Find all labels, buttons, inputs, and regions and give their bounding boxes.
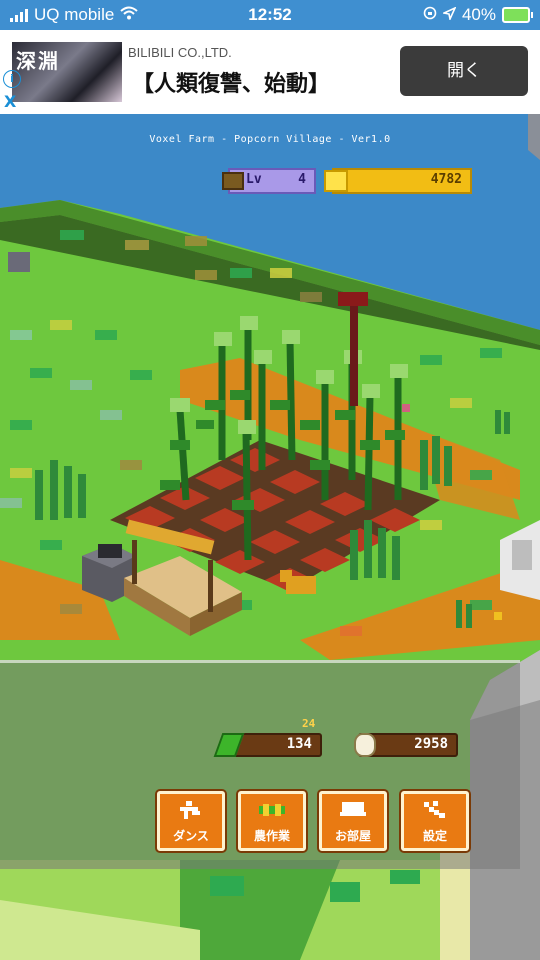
ad-thumbnail[interactable]: 深淵: [12, 42, 122, 102]
ad-title[interactable]: 【人類復讐、始動】: [132, 66, 330, 98]
ad-banner[interactable]: 深淵 i X BILIBILI CO.,LTD. 【人類復讐、始動】 開く: [0, 30, 540, 114]
farming-button[interactable]: 農作業: [238, 791, 306, 851]
corn-counter: 4782: [324, 168, 472, 194]
room-icon: [340, 802, 366, 816]
settings-button[interactable]: 設定: [401, 791, 469, 851]
ad-company: BILIBILI CO.,LTD.: [128, 45, 232, 60]
level-icon: [222, 172, 244, 190]
rotation-lock-icon: [423, 5, 437, 25]
settings-icon: [424, 801, 445, 818]
dance-button[interactable]: ダンス: [157, 791, 225, 851]
game-title: Voxel Farm - Popcorn Village - Ver1.0: [149, 134, 391, 145]
sprout-counter: 134: [213, 733, 322, 757]
popcorn-icon: [354, 733, 376, 757]
sprout-badge: 24: [302, 717, 316, 730]
corn-count: 4782: [430, 172, 462, 187]
farming-label: 農作業: [253, 829, 290, 843]
battery-percent: 40%: [461, 5, 496, 24]
ad-close-icon[interactable]: X: [4, 92, 16, 111]
popcorn-counter: 2958: [354, 733, 458, 757]
location-icon: [441, 5, 457, 25]
farming-icon: [259, 804, 285, 816]
status-bar: UQ mobile 12:52 40%: [0, 0, 540, 30]
dance-label: ダンス: [173, 829, 209, 843]
settings-label: 設定: [422, 829, 447, 843]
level-label: Lv: [246, 172, 262, 187]
ad-open-button[interactable]: 開く: [400, 46, 528, 96]
level-bar: Lv 4: [222, 168, 316, 194]
corn-icon: [324, 170, 348, 192]
room-label: お部屋: [334, 829, 371, 843]
popcorn-count: 2958: [414, 736, 448, 752]
ad-info-icon[interactable]: i: [3, 70, 21, 88]
sprout-count: 134: [286, 736, 312, 752]
level-value: 4: [298, 172, 306, 187]
dance-icon: [180, 801, 200, 819]
battery-icon: [502, 7, 533, 23]
ad-thumbnail-text: 深淵: [16, 49, 60, 73]
room-button[interactable]: お部屋: [319, 791, 387, 851]
